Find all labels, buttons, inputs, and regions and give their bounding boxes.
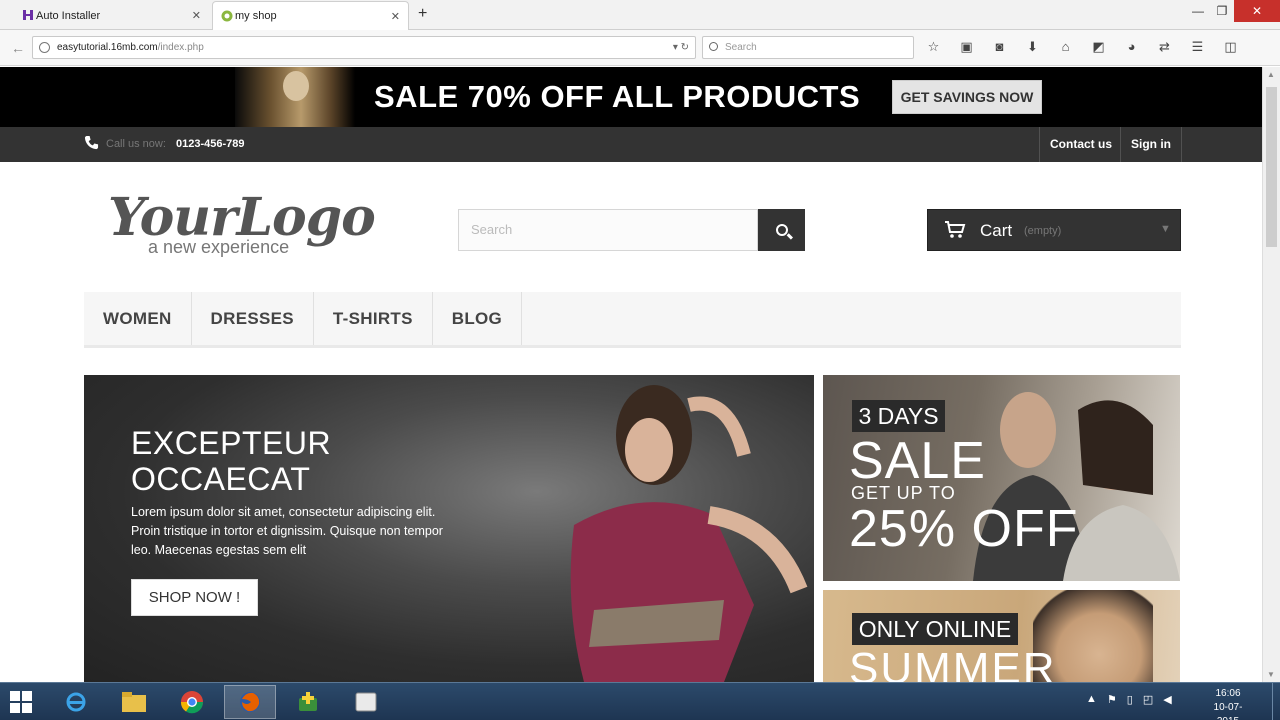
promo-text: SALE 70% OFF ALL PRODUCTS [374, 79, 861, 114]
call-label: Call us now: [106, 138, 166, 150]
restore-button[interactable]: ❐ [1210, 0, 1234, 22]
promo-model-image [235, 67, 355, 127]
sync-icon[interactable]: ⇄ [1155, 39, 1174, 55]
contact-us-link[interactable]: Contact us [1039, 127, 1122, 162]
window-icon[interactable] [340, 685, 392, 719]
tab-strip: Auto Installer ✕ my shop ✕ + — ❐ ✕ [0, 0, 1280, 30]
tab-auto-installer[interactable]: Auto Installer ✕ [14, 1, 209, 30]
star-icon[interactable]: ☆ [924, 39, 943, 55]
show-desktop-button[interactable] [1272, 683, 1280, 720]
shop-topbar: Call us now: 0123-456-789 Contact us Sig… [0, 127, 1262, 162]
search-icon [709, 42, 718, 51]
back-arrow-icon[interactable]: ← [8, 38, 28, 58]
download-icon[interactable]: ⬇ [1023, 39, 1042, 55]
tab-my-shop[interactable]: my shop ✕ [212, 1, 409, 30]
close-tab-icon[interactable]: ✕ [192, 9, 201, 22]
address-bar[interactable]: easytutorial.16mb.com/index.php ▾ ↻ [32, 36, 696, 59]
menu-item-t-shirts[interactable]: T-SHIRTS [314, 292, 433, 345]
navigation-toolbar: ← easytutorial.16mb.com/index.php ▾ ↻ Se… [0, 30, 1280, 66]
globe-icon [39, 42, 50, 53]
cart-status: (empty) [1024, 225, 1062, 237]
windows-taskbar: ▲ ⚑ ▯ ◰ ◀ 16:06 10-07-2015 [0, 682, 1280, 720]
firefox-icon[interactable] [224, 685, 276, 719]
hostinger-icon [22, 9, 34, 21]
url-path: /index.php [157, 42, 204, 53]
hero-title-line-1: EXCEPTEUR [131, 425, 332, 461]
phone-number: 0123-456-789 [176, 138, 245, 150]
toolbar-icons: ☆ ▣ ◙ ⬇ ⌂ ◩ ◕ ⇄ ☰ ◫ [924, 39, 1240, 55]
reload-icon[interactable]: ▾ ↻ [673, 37, 689, 58]
scroll-up-icon[interactable]: ▲ [1267, 70, 1275, 79]
prestashop-icon [221, 10, 233, 22]
shop-search-input[interactable]: Search [458, 209, 758, 251]
shop-search-button[interactable] [758, 209, 805, 251]
new-tab-button[interactable]: + [418, 5, 427, 23]
show-hidden-icons-icon[interactable]: ▲ [1086, 693, 1097, 706]
scroll-down-icon[interactable]: ▼ [1267, 670, 1275, 679]
battery-icon[interactable]: ▯ [1127, 693, 1133, 706]
shop-logo[interactable]: YourLogo a new experience [108, 187, 378, 262]
start-button[interactable] [10, 691, 32, 713]
hero-title-line-2: OCCAECAT [131, 461, 311, 497]
minimize-button[interactable]: — [1186, 0, 1210, 22]
volume-icon[interactable]: ◀ [1163, 693, 1171, 706]
profile-icon[interactable]: ◫ [1221, 39, 1240, 55]
browser-search-placeholder: Search [725, 42, 757, 53]
chrome-icon[interactable] [166, 685, 218, 719]
logo-tagline: a new experience [148, 237, 290, 257]
menu-item-dresses[interactable]: DRESSES [192, 292, 314, 345]
search-icon [775, 224, 788, 236]
close-tab-icon[interactable]: ✕ [391, 10, 400, 23]
main-menu: WOMEN DRESSES T-SHIRTS BLOG [84, 292, 1181, 348]
tab-title: my shop [235, 10, 277, 22]
home-icon[interactable]: ⌂ [1056, 39, 1075, 55]
shop-now-button[interactable]: SHOP NOW ! [131, 579, 258, 616]
sale-badge: 3 DAYS [852, 400, 945, 432]
summer-banner[interactable]: ONLY ONLINE SUMMER [823, 590, 1180, 682]
clipboard-icon[interactable]: ▣ [957, 39, 976, 55]
online-badge: ONLY ONLINE [852, 613, 1018, 645]
installer-icon[interactable] [282, 685, 334, 719]
menu-item-blog[interactable]: BLOG [433, 292, 523, 345]
browser-search-input[interactable]: Search [702, 36, 914, 59]
cart-label: Cart [980, 221, 1013, 240]
promo-banner[interactable]: SALE 70% OFF ALL PRODUCTS GET SAVINGS NO… [0, 67, 1262, 127]
scroll-thumb[interactable] [1266, 87, 1277, 247]
chevron-down-icon: ▼ [1160, 223, 1171, 235]
get-savings-button[interactable]: GET SAVINGS NOW [892, 80, 1042, 114]
sign-in-link[interactable]: Sign in [1120, 127, 1182, 162]
screenshot-icon[interactable]: ◩ [1089, 39, 1108, 55]
system-tray: ▲ ⚑ ▯ ◰ ◀ [1086, 693, 1172, 706]
close-window-button[interactable]: ✕ [1234, 0, 1280, 22]
sale-offer: 25% OFF [849, 500, 1079, 558]
tab-title: Auto Installer [36, 9, 101, 22]
clock[interactable]: 16:06 10-07-2015 [1206, 687, 1250, 720]
phone-icon [84, 135, 100, 151]
sale-banner[interactable]: 3 DAYS SALE GET UP TO 25% OFF [823, 375, 1180, 581]
page-scrollbar[interactable]: ▲ ▼ [1262, 67, 1280, 682]
pocket-icon[interactable]: ◙ [990, 39, 1009, 55]
file-explorer-icon[interactable] [108, 685, 160, 719]
hero-slider[interactable]: EXCEPTEUR OCCAECAT Lorem ipsum dolor sit… [84, 375, 814, 682]
hero-model-image [570, 385, 808, 682]
network-icon[interactable]: ◰ [1143, 693, 1153, 706]
hero-description: Lorem ipsum dolor sit amet, consectetur … [131, 505, 443, 557]
summer-headline: SUMMER [849, 644, 1057, 682]
clock-date: 10-07-2015 [1213, 702, 1243, 720]
sale-headline: SALE [849, 432, 986, 490]
shop-page: SALE 70% OFF ALL PRODUCTS GET SAVINGS NO… [0, 67, 1262, 682]
internet-explorer-icon[interactable] [50, 685, 102, 719]
url-host: easytutorial.16mb.com [57, 42, 158, 53]
menu-item-women[interactable]: WOMEN [84, 292, 192, 345]
flag-icon[interactable]: ⚑ [1107, 693, 1117, 706]
cart-button[interactable]: Cart (empty) ▼ [927, 209, 1181, 251]
menu-icon[interactable]: ☰ [1188, 39, 1207, 55]
clock-time: 16:06 [1215, 688, 1241, 699]
cart-icon [944, 221, 966, 244]
hero-title: EXCEPTEUR OCCAECAT [131, 425, 331, 497]
chat-icon[interactable]: ◕ [1122, 39, 1141, 55]
